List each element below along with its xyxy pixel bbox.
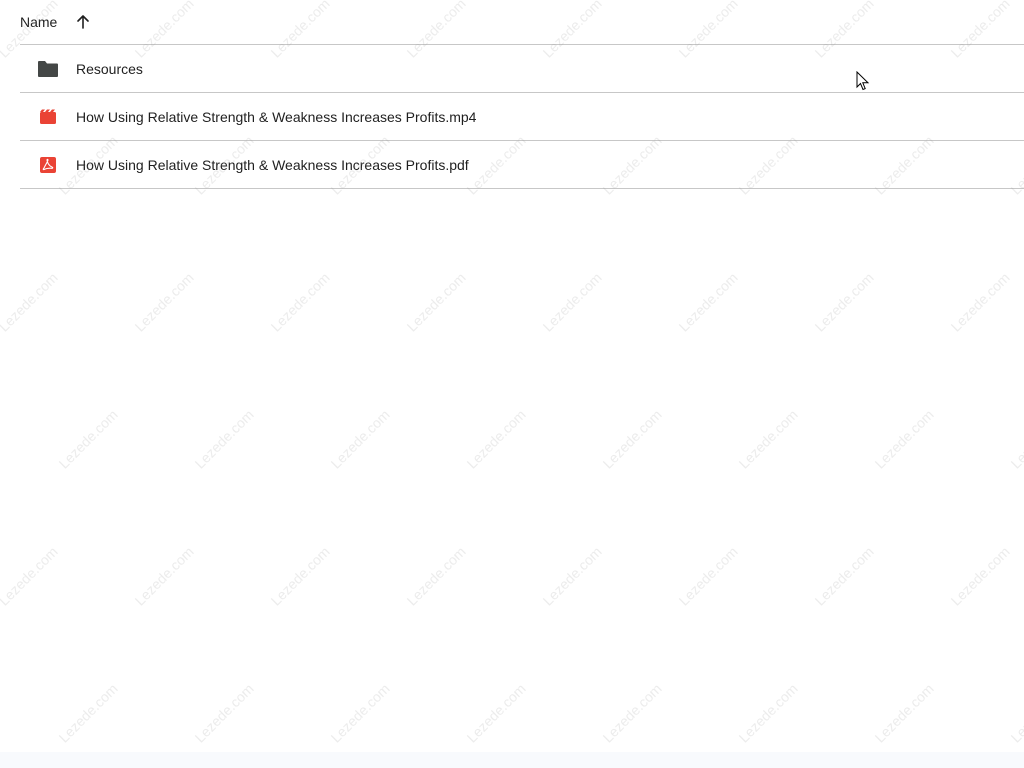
- watermark-text: Lezede.com: [947, 269, 1013, 335]
- watermark-text: Lezede.com: [267, 543, 333, 609]
- watermark-text: Lezede.com: [55, 406, 121, 472]
- watermark-text: Lezede.com: [131, 543, 197, 609]
- watermark-text: Lezede.com: [735, 406, 801, 472]
- watermark-text: Lezede.com: [191, 680, 257, 746]
- arrow-up-icon: [77, 15, 90, 29]
- list-header: Name: [20, 0, 1024, 45]
- mouse-cursor-icon: [856, 71, 870, 91]
- watermark-text: Lezede.com: [403, 543, 469, 609]
- folder-icon: [36, 57, 60, 81]
- watermark-text: Lezede.com: [539, 269, 605, 335]
- watermark-text: Lezede.com: [599, 406, 665, 472]
- watermark-text: Lezede.com: [811, 543, 877, 609]
- watermark-text: Lezede.com: [131, 269, 197, 335]
- watermark-text: Lezede.com: [735, 680, 801, 746]
- watermark-text: Lezede.com: [55, 680, 121, 746]
- file-name: Resources: [76, 60, 143, 77]
- file-name: How Using Relative Strength & Weakness I…: [76, 156, 469, 173]
- watermark-text: Lezede.com: [191, 406, 257, 472]
- watermark-text: Lezede.com: [871, 406, 937, 472]
- watermark-text: Lezede.com: [599, 680, 665, 746]
- file-row-pdf[interactable]: How Using Relative Strength & Weakness I…: [20, 141, 1024, 189]
- footer-strip: [0, 752, 1024, 768]
- watermark-text: Lezede.com: [0, 543, 61, 609]
- watermark-text: Lezede.com: [675, 543, 741, 609]
- column-header-name[interactable]: Name: [20, 14, 57, 30]
- sort-ascending-button[interactable]: [71, 10, 95, 34]
- watermark-text: Lezede.com: [811, 269, 877, 335]
- file-name: How Using Relative Strength & Weakness I…: [76, 108, 477, 125]
- watermark-text: Lezede.com: [1007, 680, 1024, 746]
- watermark-text: Lezede.com: [403, 269, 469, 335]
- file-browser-page: Name Resources How Using Relative Streng…: [0, 0, 1024, 768]
- watermark-text: Lezede.com: [675, 269, 741, 335]
- watermark-text: Lezede.com: [1007, 406, 1024, 472]
- video-file-icon: [36, 105, 60, 129]
- file-row-video[interactable]: How Using Relative Strength & Weakness I…: [20, 93, 1024, 141]
- watermark-text: Lezede.com: [267, 269, 333, 335]
- watermark-text: Lezede.com: [327, 406, 393, 472]
- pdf-file-icon: [36, 153, 60, 177]
- watermark-text: Lezede.com: [463, 680, 529, 746]
- watermark-text: Lezede.com: [463, 406, 529, 472]
- watermark-text: Lezede.com: [947, 543, 1013, 609]
- watermark-text: Lezede.com: [327, 680, 393, 746]
- watermark-text: Lezede.com: [0, 269, 61, 335]
- watermark-text: Lezede.com: [539, 543, 605, 609]
- file-row-resources[interactable]: Resources: [20, 45, 1024, 93]
- watermark-text: Lezede.com: [871, 680, 937, 746]
- file-list: Name Resources How Using Relative Streng…: [20, 0, 1024, 189]
